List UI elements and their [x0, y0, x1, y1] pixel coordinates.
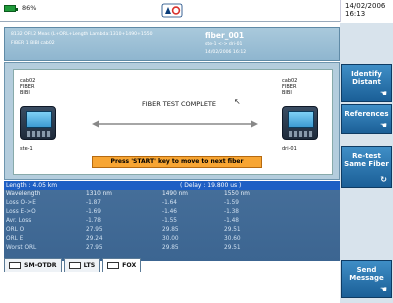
button-label: References — [344, 110, 389, 118]
right-end-label: dri-01 — [282, 146, 297, 152]
left-otdr-device-icon — [20, 106, 56, 140]
tab-label: LTS — [83, 262, 96, 269]
fiber-delay: ( Delay : 19.800 us ) — [180, 182, 242, 189]
double-arrow-icon — [92, 120, 258, 128]
table-cell: -1.46 — [162, 209, 177, 215]
battery-indicator: 86% — [4, 4, 36, 12]
table-cell: 29.51 — [224, 227, 241, 233]
table-cell: 29.24 — [86, 236, 103, 242]
table-cell: 29.85 — [162, 245, 179, 251]
hand-pointer-icon: ☚ — [379, 89, 387, 98]
hand-pointer-icon: ☚ — [379, 285, 387, 294]
send-message-button[interactable]: Send Message ☚ — [341, 260, 392, 298]
battery-icon — [4, 4, 18, 12]
table-cell: Loss E->O — [6, 209, 36, 215]
softkey-bar: Identify Distant ☚ References ☚ Re-test … — [340, 23, 393, 303]
fiber-length: Length : 4.05 km — [6, 182, 58, 189]
table-cell: -1.38 — [224, 209, 239, 215]
table-cell: 27.95 — [86, 245, 103, 251]
table-row: Loss O->E -1.87 -1.64 -1.59 — [4, 199, 340, 208]
tab-lts[interactable]: LTS — [63, 258, 101, 272]
left-label-name: BIBI — [20, 90, 30, 96]
time-text: 16:13 — [345, 10, 366, 18]
column-header: 1490 nm — [162, 191, 188, 197]
table-cell: 30.60 — [224, 236, 241, 242]
right-label-name: BIBI — [282, 90, 292, 96]
button-label: Identify Distant — [351, 70, 382, 86]
column-header: Wavelength — [6, 191, 41, 197]
table-row: ORL E 29.24 30.00 30.60 — [4, 235, 340, 244]
date-time-display: 14/02/2006 16:13 — [340, 0, 393, 22]
fiber-ends: ste-1 <-> dri-01 — [205, 42, 243, 47]
status-bar: 86% — [0, 0, 340, 22]
button-label: Re-test Same Fiber — [344, 152, 389, 168]
table-cell: 29.85 — [162, 227, 179, 233]
button-label: Send Message — [349, 266, 384, 282]
tab-label: FOX — [122, 262, 137, 269]
table-cell: Loss O->E — [6, 200, 36, 206]
table-cell: ORL O — [6, 227, 25, 233]
mouse-cursor-icon: ↖ — [234, 97, 241, 106]
table-cell: -1.48 — [224, 218, 239, 224]
identify-distant-button[interactable]: Identify Distant ☚ — [341, 64, 392, 102]
tab-fox[interactable]: FOX — [102, 258, 142, 272]
table-cell: -1.69 — [86, 209, 101, 215]
test-diagram: cab02 FIBER BIBI ste-1 cab02 FIBER BIBI … — [13, 69, 333, 175]
table-cell: -1.64 — [162, 200, 177, 206]
module-tabs: SM-OTDR LTS FOX — [4, 258, 340, 275]
table-cell: 29.51 — [224, 245, 241, 251]
refresh-icon: ↻ — [380, 175, 387, 184]
fiber-name: fiber_001 — [205, 31, 245, 40]
results-table: Length : 4.05 km ( Delay : 19.800 us ) W… — [4, 181, 340, 261]
table-row: Loss E->O -1.69 -1.46 -1.38 — [4, 208, 340, 217]
tab-sm-otdr[interactable]: SM-OTDR — [4, 258, 62, 272]
jdsu-logo-icon — [161, 3, 183, 18]
length-row: Length : 4.05 km ( Delay : 19.800 us ) — [4, 181, 340, 190]
table-cell: -1.55 — [162, 218, 177, 224]
column-header: 1550 nm — [224, 191, 250, 197]
battery-percent: 86% — [22, 4, 37, 12]
retest-same-fiber-button[interactable]: Re-test Same Fiber ↻ — [341, 146, 392, 188]
test-timestamp: 14/02/2006 16:12 — [205, 50, 247, 55]
table-cell: 27.95 — [86, 227, 103, 233]
table-row: Avr. Loss -1.78 -1.55 -1.48 — [4, 217, 340, 226]
table-cell: -1.87 — [86, 200, 101, 206]
test-status-text: FIBER TEST COMPLETE — [141, 100, 217, 108]
left-device-labels: cab02 FIBER BIBI — [20, 78, 35, 96]
right-device-labels: cab02 FIBER BIBI — [282, 78, 297, 96]
table-row: Worst ORL 27.95 29.85 29.51 — [4, 244, 340, 253]
date-text: 14/02/2006 — [345, 2, 386, 10]
measurement-config: 8132 OFI.2 Meas (L+ORL+Length Lambda:131… — [11, 32, 153, 37]
lts-module-icon — [68, 262, 81, 269]
test-diagram-frame: cab02 FIBER BIBI ste-1 cab02 FIBER BIBI … — [4, 62, 340, 180]
references-button[interactable]: References ☚ — [341, 104, 392, 134]
hand-pointer-icon: ☚ — [379, 121, 387, 130]
table-cell: ORL E — [6, 236, 24, 242]
table-header-row: Wavelength 1310 nm 1490 nm 1550 nm — [4, 190, 340, 199]
table-cell: Worst ORL — [6, 245, 37, 251]
test-info-header: 8132 OFI.2 Meas (L+ORL+Length Lambda:131… — [4, 27, 340, 61]
column-header: 1310 nm — [86, 191, 112, 197]
fox-module-icon — [107, 262, 120, 269]
left-end-label: ste-1 — [20, 146, 33, 152]
fiber-cable-info: FIBER 1 BIBI cab02 — [11, 41, 55, 46]
next-fiber-prompt: Press 'START' key to move to next fiber — [92, 156, 262, 168]
table-cell: -1.78 — [86, 218, 101, 224]
table-cell: -1.59 — [224, 200, 239, 206]
table-cell: 30.00 — [162, 236, 179, 242]
otdr-module-icon — [9, 262, 21, 269]
right-otdr-device-icon — [282, 106, 318, 140]
tab-label: SM-OTDR — [24, 262, 57, 269]
table-cell: Avr. Loss — [6, 218, 32, 224]
table-row: ORL O 27.95 29.85 29.51 — [4, 226, 340, 235]
